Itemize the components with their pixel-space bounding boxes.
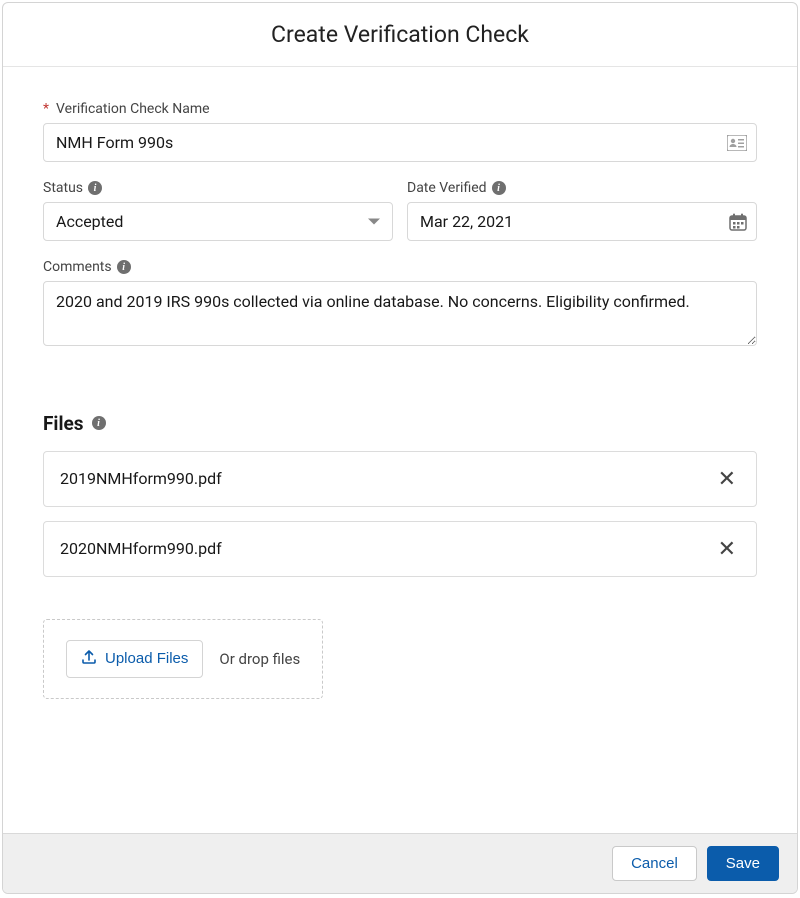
info-icon[interactable]: i <box>88 181 102 195</box>
close-icon: ✕ <box>718 536 736 561</box>
files-title-text: Files <box>43 412 84 435</box>
status-select-wrap: Accepted <box>43 202 393 241</box>
date-label-row: Date Verified i <box>407 180 757 196</box>
field-date: Date Verified i <box>407 180 757 241</box>
remove-file-button[interactable]: ✕ <box>714 536 740 562</box>
status-date-row: Status i Accepted Date Verified i <box>43 180 757 259</box>
cancel-button[interactable]: Cancel <box>612 846 697 881</box>
status-select[interactable]: Accepted <box>43 202 393 241</box>
info-icon[interactable]: i <box>492 181 506 195</box>
comments-textarea[interactable]: 2020 and 2019 IRS 990s collected via onl… <box>43 281 757 346</box>
field-comments: Comments i 2020 and 2019 IRS 990s collec… <box>43 259 757 350</box>
modal-title: Create Verification Check <box>3 21 797 48</box>
remove-file-button[interactable]: ✕ <box>714 466 740 492</box>
name-label: Verification Check Name <box>56 101 210 117</box>
status-label: Status <box>43 180 83 196</box>
date-label: Date Verified <box>407 180 487 196</box>
file-name: 2019NMHform990.pdf <box>60 469 222 488</box>
date-input-wrap <box>407 202 757 241</box>
date-input[interactable] <box>407 202 757 241</box>
modal-body: * Verification Check Name Status i Accep… <box>3 67 797 833</box>
name-input-wrap <box>43 123 757 162</box>
required-indicator: * <box>43 101 49 117</box>
calendar-icon[interactable] <box>729 213 747 231</box>
field-name: * Verification Check Name <box>43 101 757 162</box>
close-icon: ✕ <box>718 466 736 491</box>
save-button[interactable]: Save <box>707 846 779 881</box>
info-icon[interactable]: i <box>92 416 106 430</box>
name-label-row: * Verification Check Name <box>43 101 757 117</box>
file-name: 2020NMHform990.pdf <box>60 539 222 558</box>
upload-dropzone[interactable]: Upload Files Or drop files <box>43 619 323 699</box>
upload-files-button[interactable]: Upload Files <box>66 640 203 678</box>
file-row: 2020NMHform990.pdf ✕ <box>43 521 757 577</box>
files-section-title: Files i <box>43 412 757 435</box>
comments-label: Comments <box>43 259 112 275</box>
contact-card-icon[interactable] <box>727 135 747 151</box>
comments-label-row: Comments i <box>43 259 757 275</box>
modal-header: Create Verification Check <box>3 3 797 67</box>
info-icon[interactable]: i <box>117 260 131 274</box>
name-input[interactable] <box>43 123 757 162</box>
create-verification-modal: Create Verification Check * Verification… <box>2 2 798 894</box>
status-label-row: Status i <box>43 180 393 196</box>
upload-button-label: Upload Files <box>105 650 188 667</box>
drop-files-text: Or drop files <box>219 650 300 668</box>
field-status: Status i Accepted <box>43 180 393 241</box>
file-row: 2019NMHform990.pdf ✕ <box>43 451 757 507</box>
upload-icon <box>81 649 97 669</box>
modal-footer: Cancel Save <box>3 833 797 893</box>
